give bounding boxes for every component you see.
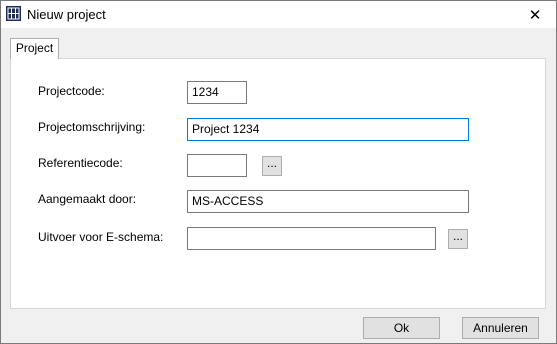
- uitvoer-e-schema-label: Uitvoer voor E-schema:: [38, 230, 164, 244]
- window-title: Nieuw project: [27, 7, 106, 22]
- projectcode-input[interactable]: 1234: [187, 81, 247, 104]
- close-icon: ✕: [528, 6, 542, 24]
- referentiecode-label: Referentiecode:: [38, 156, 123, 170]
- aangemaakt-door-label: Aangemaakt door:: [38, 192, 137, 206]
- projectcode-label: Projectcode:: [38, 84, 105, 98]
- uitvoer-e-schema-input[interactable]: [187, 227, 436, 250]
- dialog-window: Nieuw project ✕ Project Projectcode: 123…: [0, 0, 557, 344]
- aangemaakt-door-input[interactable]: MS-ACCESS: [187, 190, 469, 213]
- tab-project[interactable]: Project: [10, 38, 59, 59]
- projectomschrijving-label: Projectomschrijving:: [38, 120, 146, 134]
- referentiecode-input[interactable]: [187, 154, 247, 177]
- uitvoer-e-schema-browse-button[interactable]: ...: [448, 229, 468, 249]
- projectomschrijving-input[interactable]: Project 1234: [187, 118, 469, 141]
- grid-app-icon: [6, 6, 21, 21]
- cancel-button[interactable]: Annuleren: [462, 317, 539, 339]
- title-bar[interactable]: Nieuw project ✕: [1, 1, 556, 28]
- close-button[interactable]: ✕: [514, 1, 556, 28]
- ok-button[interactable]: Ok: [363, 317, 440, 339]
- referentiecode-browse-button[interactable]: ...: [262, 156, 282, 176]
